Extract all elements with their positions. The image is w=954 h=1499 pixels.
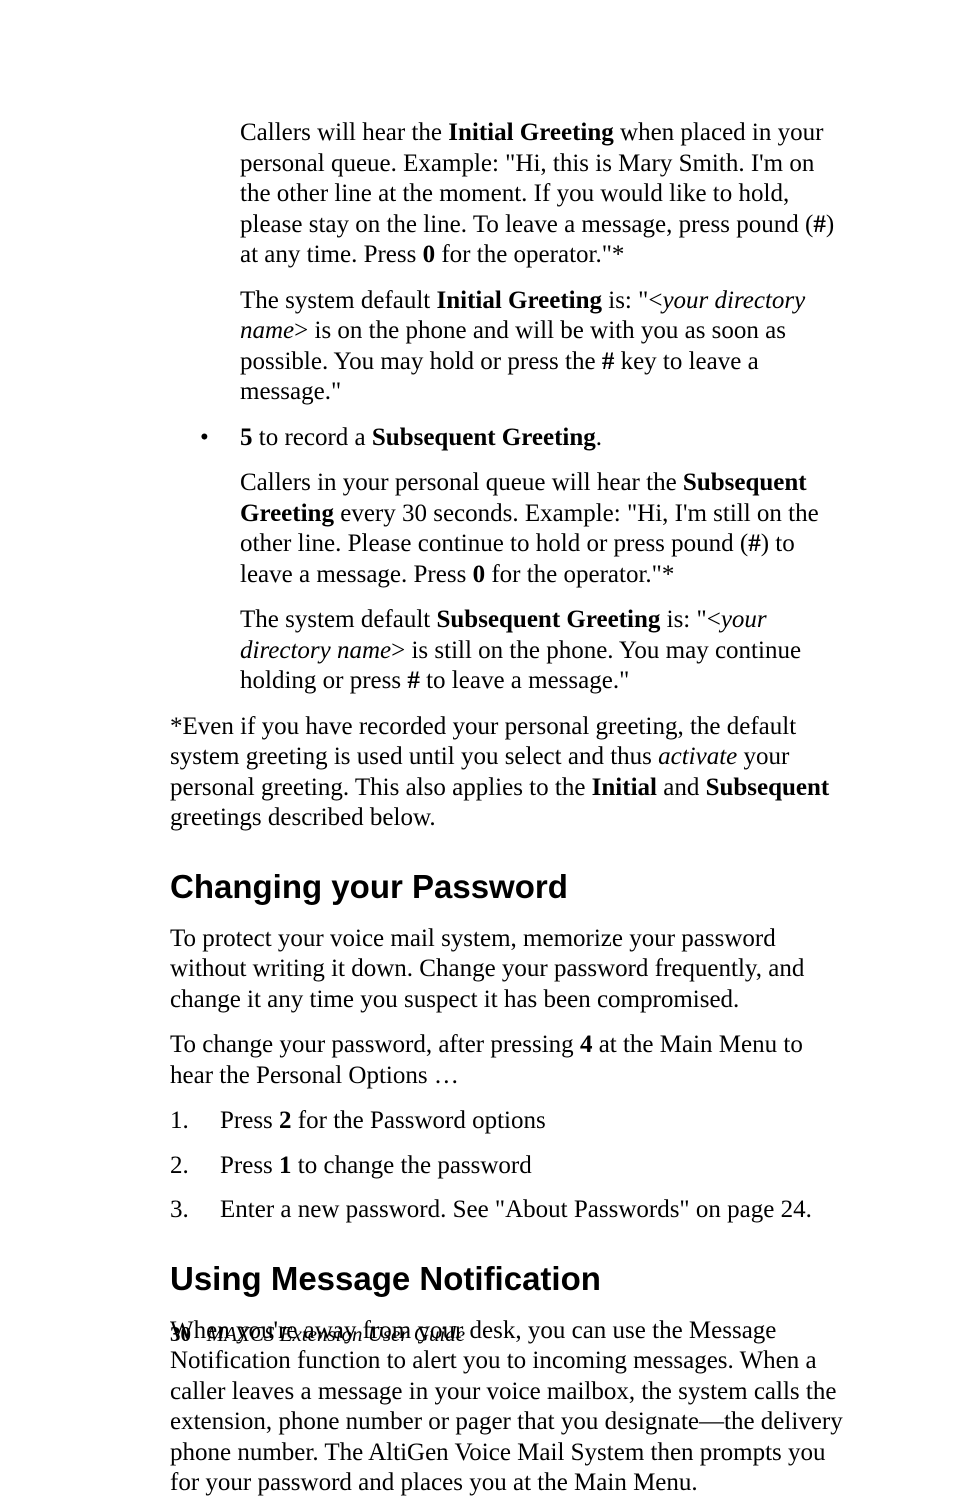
t: is: "<	[602, 287, 662, 314]
para-subsequent-greeting-desc: Callers in your personal queue will hear…	[240, 468, 844, 590]
t: 4	[580, 1031, 593, 1058]
t: is: "<	[660, 606, 720, 633]
heading-changing-password: Changing your Password	[170, 868, 844, 906]
para-initial-greeting-desc: Callers will hear the Initial Greeting w…	[240, 118, 844, 271]
page-number: 30	[170, 1322, 191, 1346]
t: to leave a message."	[420, 667, 629, 694]
t: Subsequent	[706, 774, 830, 801]
t: for the operator."*	[485, 561, 674, 588]
t: #	[602, 348, 615, 375]
step-1: 1. Press 2 for the Password options	[170, 1106, 844, 1137]
t: Press	[220, 1152, 279, 1179]
step-number: 3.	[170, 1195, 220, 1226]
t: Callers in your personal queue will hear…	[240, 469, 683, 496]
step-2: 2. Press 1 to change the password	[170, 1151, 844, 1182]
bullet-subsequent-greeting: • 5 to record a Subsequent Greeting.	[200, 423, 844, 454]
t: The system default	[240, 287, 436, 314]
t: 5	[240, 424, 253, 451]
step-text: Enter a new password. See "About Passwor…	[220, 1195, 812, 1226]
heading-message-notification: Using Message Notification	[170, 1260, 844, 1298]
step-number: 1.	[170, 1106, 220, 1137]
t: to change the password	[292, 1152, 532, 1179]
t: Subsequent Greeting	[372, 424, 596, 451]
t: Initial	[592, 774, 657, 801]
t: activate	[658, 743, 737, 770]
t: Initial Greeting	[448, 119, 614, 146]
page-footer: 30 MAXCS Extension User Guide	[170, 1322, 465, 1347]
t: 2	[279, 1107, 292, 1134]
t: Press	[220, 1107, 279, 1134]
t: Callers will hear the	[240, 119, 448, 146]
t: #	[813, 211, 826, 238]
para-subsequent-greeting-default: The system default Subsequent Greeting i…	[240, 605, 844, 697]
para-initial-greeting-default: The system default Initial Greeting is: …	[240, 286, 844, 408]
t: to record a	[253, 424, 372, 451]
step-number: 2.	[170, 1151, 220, 1182]
t: .	[596, 424, 602, 451]
t: 0	[423, 241, 436, 268]
bullet-text: 5 to record a Subsequent Greeting.	[240, 423, 602, 454]
para-password-intro: To protect your voice mail system, memor…	[170, 924, 844, 1016]
bullet-icon: •	[200, 423, 240, 454]
t: #	[748, 530, 761, 557]
t: 0	[473, 561, 486, 588]
t: greetings described below.	[170, 804, 436, 831]
t: and	[657, 774, 706, 801]
t: To change your password, after pressing	[170, 1031, 580, 1058]
step-text: Press 2 for the Password options	[220, 1106, 546, 1137]
footer-title: MAXCS Extension User Guide	[207, 1322, 465, 1346]
para-asterisk-note: *Even if you have recorded your personal…	[170, 712, 844, 834]
t: The system default	[240, 606, 436, 633]
t: Initial Greeting	[436, 287, 602, 314]
para-password-howto: To change your password, after pressing …	[170, 1030, 844, 1091]
t: for the Password options	[292, 1107, 546, 1134]
step-3: 3. Enter a new password. See "About Pass…	[170, 1195, 844, 1226]
t: Subsequent Greeting	[436, 606, 660, 633]
t: for the operator."*	[435, 241, 624, 268]
t: 1	[279, 1152, 292, 1179]
step-text: Press 1 to change the password	[220, 1151, 532, 1182]
t: #	[407, 667, 420, 694]
page: Callers will hear the Initial Greeting w…	[0, 0, 954, 1411]
